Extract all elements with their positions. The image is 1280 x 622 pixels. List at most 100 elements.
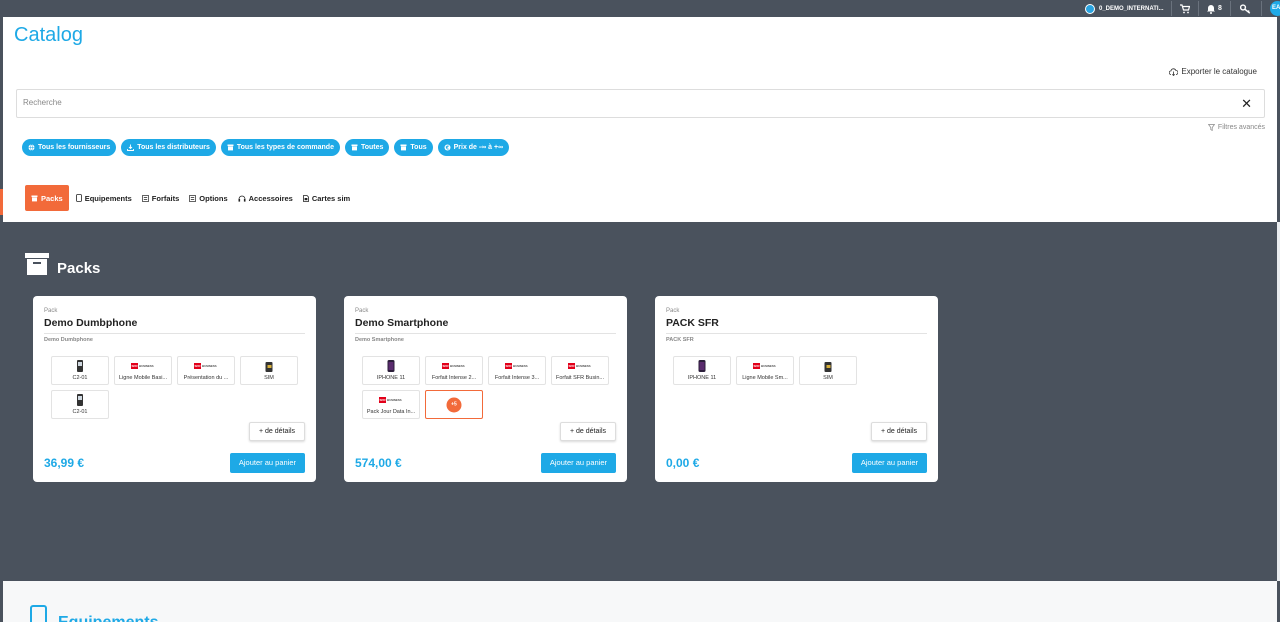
price: 0,00 € — [666, 456, 700, 470]
pack-item[interactable]: SIM — [240, 356, 298, 385]
filter-all[interactable]: Tous — [394, 139, 433, 156]
cart-icon[interactable] — [1180, 1, 1190, 16]
add-to-cart-button[interactable]: Ajouter au panier — [851, 453, 927, 473]
pack-item[interactable]: SFR BUSINESS Pack Jour Data In... — [362, 390, 420, 419]
bell-icon — [1207, 4, 1215, 14]
card-name: Demo Dumbphone — [44, 317, 138, 329]
details-button[interactable]: + de détails — [249, 422, 305, 441]
section-title: Equipements — [58, 614, 158, 622]
sfr-business-logo: SFR BUSINESS — [194, 363, 217, 369]
more-items-button[interactable]: +5 — [425, 390, 483, 419]
card-kind: Pack — [666, 308, 680, 314]
tab-label: Forfaits — [151, 193, 180, 203]
phone-image — [77, 360, 83, 372]
details-button[interactable]: + de détails — [871, 422, 927, 441]
add-to-cart-button[interactable]: Ajouter au panier — [540, 453, 616, 473]
pack-item[interactable]: C2-01 — [51, 356, 109, 385]
close-icon[interactable]: ✕ — [1241, 96, 1252, 112]
pack-item[interactable]: IPHONE 11 — [362, 356, 420, 385]
notifications-button[interactable]: 8 — [1206, 1, 1222, 16]
filter-price-range[interactable]: € Prix de -∞ à +∞ — [437, 139, 510, 156]
advanced-filters-label: Filtres avancés — [1217, 124, 1265, 131]
filter-order-types[interactable]: Tous les types de commande — [220, 139, 340, 156]
box-icon — [400, 144, 407, 151]
card-subtitle: PACK SFR — [666, 337, 694, 343]
divider — [1171, 1, 1172, 16]
pack-item[interactable]: SFR BUSINESS Ligne Mobile Sm... — [736, 356, 794, 385]
filter-distributors[interactable]: Tous les distributeurs — [121, 139, 216, 156]
tab-label: Options — [199, 193, 228, 203]
page-title: Catalog — [14, 24, 83, 46]
tab-packs[interactable]: Packs — [25, 185, 69, 211]
phone-image — [698, 360, 706, 372]
card-kind: Pack — [44, 308, 58, 314]
sfr-business-logo: SFR BUSINESS — [131, 363, 154, 369]
price: 574,00 € — [355, 456, 402, 470]
sim-icon — [302, 194, 309, 202]
pack-item[interactable]: SFR BUSINESS Forfait SFR Busin... — [551, 356, 609, 385]
search-box: ✕ — [16, 89, 1265, 118]
phone-image — [77, 394, 83, 406]
item-label: Forfait SFR Busin... — [556, 375, 604, 381]
avatar[interactable]: EA — [1270, 1, 1280, 16]
divider — [1230, 1, 1231, 16]
sfr-business-logo: SFR BUSINESS — [753, 363, 776, 369]
pack-item[interactable]: SFR BUSINESS Ligne Mobile Basi... — [114, 356, 172, 385]
tab-accessoires[interactable]: Accessoires — [233, 185, 298, 211]
tab-equipements[interactable]: Equipements — [71, 185, 137, 211]
pack-item[interactable]: IPHONE 11 — [673, 356, 731, 385]
divider — [44, 333, 305, 334]
filter-all-feminine[interactable]: Toutes — [344, 139, 390, 156]
tab-options[interactable]: Options — [184, 185, 232, 211]
add-to-cart-button[interactable]: Ajouter au panier — [229, 453, 305, 473]
phone-icon — [75, 194, 82, 202]
tab-label: Packs — [41, 193, 63, 203]
list-icon — [141, 194, 149, 202]
category-tabs: Packs Equipements Forfaits Options Acces… — [25, 185, 355, 211]
tab-forfaits[interactable]: Forfaits — [137, 185, 185, 211]
details-button[interactable]: + de détails — [560, 422, 616, 441]
tab-label: Accessoires — [248, 193, 293, 203]
price: 36,99 € — [44, 456, 85, 470]
phone-icon — [30, 605, 47, 622]
pack-item[interactable]: SFR BUSINESS Présentation du ... — [177, 356, 235, 385]
tab-label: Cartes sim — [311, 193, 351, 203]
sfr-business-logo: SFR BUSINESS — [442, 363, 465, 369]
sfr-business-logo: SFR BUSINESS — [379, 397, 402, 403]
pack-item[interactable]: SFR BUSINESS Forfait Intense 3... — [488, 356, 546, 385]
advanced-filters-link[interactable]: Filtres avancés — [1207, 124, 1265, 131]
filter-label: Tous les distributeurs — [137, 144, 210, 151]
headphones-icon — [238, 195, 246, 202]
pack-item[interactable]: SFR BUSINESS Forfait Intense 2... — [425, 356, 483, 385]
pack-items: C2-01 SFR BUSINESS Ligne Mobile Basi... SF… — [51, 356, 311, 419]
export-catalog-button[interactable]: Exporter le catalogue — [1169, 67, 1257, 76]
pack-item[interactable]: SIM — [799, 356, 857, 385]
list-icon — [189, 194, 197, 202]
item-label: IPHONE 11 — [376, 375, 406, 381]
pack-items: IPHONE 11 SFR BUSINESS Forfait Intense 2..… — [362, 356, 622, 419]
box-icon — [351, 144, 358, 151]
cloud-download-icon — [1169, 67, 1179, 76]
divider — [666, 333, 927, 334]
filter-icon — [1207, 124, 1215, 131]
notifications-count: 8 — [1218, 5, 1222, 12]
card-name: PACK SFR — [666, 317, 719, 329]
top-bar: 0_DEMO_INTERNATI... 8 EA — [0, 0, 1280, 17]
item-label: Pack Jour Data In... — [366, 409, 416, 415]
item-label: SIM — [264, 375, 274, 381]
divider — [1198, 1, 1199, 16]
item-label: Forfait Intense 2... — [431, 375, 477, 381]
card-subtitle: Demo Dumbphone — [44, 337, 93, 343]
side-accent — [0, 189, 3, 215]
tab-cartes-sim[interactable]: Cartes sim — [298, 185, 355, 211]
export-label: Exporter le catalogue — [1181, 67, 1257, 76]
pack-item[interactable]: C2-01 — [51, 390, 109, 419]
filter-chips: Tous les fournisseurs Tous les distribut… — [22, 139, 510, 156]
key-icon[interactable] — [1240, 1, 1251, 16]
filter-suppliers[interactable]: Tous les fournisseurs — [22, 139, 117, 156]
filter-label: Prix de -∞ à +∞ — [453, 144, 504, 151]
sfr-business-logo: SFR BUSINESS — [505, 363, 528, 369]
filter-label: Tous les fournisseurs — [38, 144, 111, 151]
search-input[interactable] — [23, 98, 1223, 107]
user-selector[interactable]: 0_DEMO_INTERNATI... — [1085, 2, 1164, 15]
